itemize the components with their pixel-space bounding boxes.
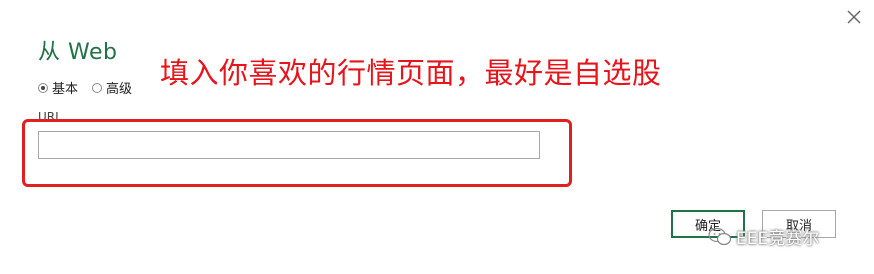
mode-radio-group: 基本 高级 xyxy=(38,78,132,97)
radio-basic-label: 基本 xyxy=(52,82,79,97)
radio-advanced[interactable]: 高级 xyxy=(92,78,132,97)
radio-advanced-label: 高级 xyxy=(106,82,133,97)
radio-advanced-indicator[interactable] xyxy=(92,82,103,93)
annotation-text: 填入你喜欢的行情页面，最好是自选股 xyxy=(160,56,662,90)
watermark-text: EEE竞赛尔 xyxy=(736,229,820,249)
dialog-title: 从 Web xyxy=(38,40,118,65)
radio-basic-indicator[interactable] xyxy=(38,82,48,93)
watermark: EEE竞赛尔 xyxy=(708,224,819,249)
radio-basic[interactable]: 基本 xyxy=(38,78,78,97)
close-button[interactable] xyxy=(843,6,865,28)
wechat-icon xyxy=(708,227,732,245)
annotation-highlight-box xyxy=(22,119,572,187)
close-icon xyxy=(847,10,861,24)
